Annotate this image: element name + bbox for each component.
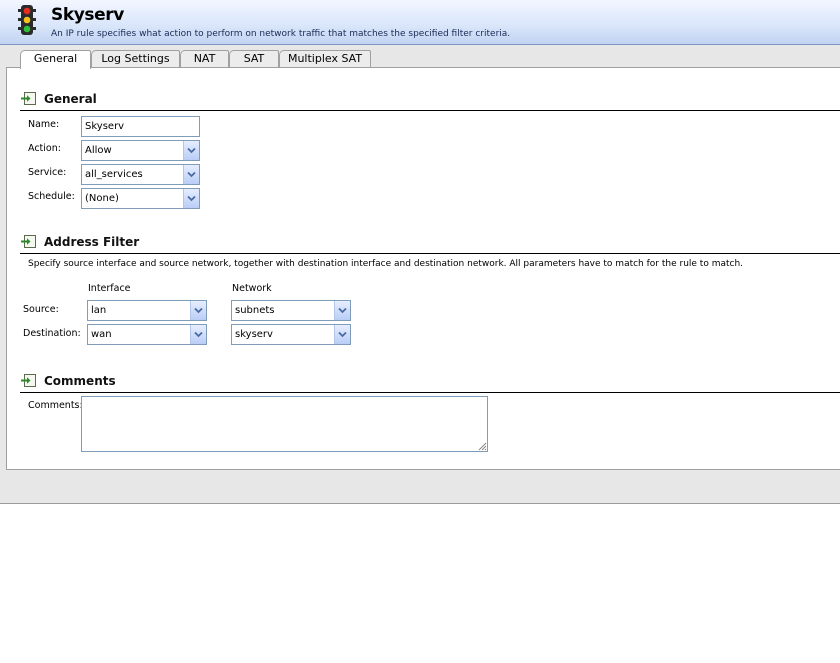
chevron-down-icon[interactable] [190, 325, 206, 344]
service-label: Service: [28, 167, 67, 178]
source-network-select[interactable]: subnets [231, 300, 351, 321]
name-label: Name: [28, 119, 60, 130]
arrow-into-box-icon [21, 92, 36, 105]
tab-multiplex-sat[interactable]: Multiplex SAT [279, 50, 371, 68]
general-tab-panel: General Name: Action: Allow Service: all… [6, 67, 840, 470]
chevron-down-icon[interactable] [183, 165, 199, 184]
address-filter-section-header: Address Filter [20, 231, 840, 254]
action-label: Action: [28, 143, 61, 154]
chevron-down-icon[interactable] [183, 189, 199, 208]
source-network-value: subnets [235, 305, 275, 316]
comments-field[interactable] [81, 396, 488, 452]
traffic-light-icon [18, 5, 36, 35]
source-interface-select[interactable]: lan [87, 300, 207, 321]
schedule-select-value: (None) [85, 193, 119, 204]
general-section-header: General [20, 88, 840, 111]
tab-bar: General Log Settings NAT SAT Multiplex S… [0, 45, 840, 69]
arrow-into-box-icon [21, 374, 36, 387]
general-section-title: General [44, 92, 97, 106]
destination-label: Destination: [23, 328, 81, 339]
chevron-down-icon[interactable] [334, 325, 350, 344]
action-select-value: Allow [85, 145, 112, 156]
page-subtitle: An IP rule specifies what action to perf… [51, 29, 511, 39]
header-bar: Skyserv An IP rule specifies what action… [0, 0, 840, 45]
address-filter-description: Specify source interface and source netw… [28, 259, 744, 269]
tab-nat[interactable]: NAT [180, 50, 229, 68]
source-interface-value: lan [91, 305, 107, 316]
service-select-value: all_services [85, 169, 143, 180]
arrow-into-box-icon [21, 235, 36, 248]
destination-network-value: skyserv [235, 329, 273, 340]
schedule-select[interactable]: (None) [81, 188, 200, 209]
network-column-header: Network [232, 283, 272, 294]
page-title: Skyserv [51, 5, 124, 25]
destination-interface-value: wan [91, 329, 112, 340]
source-label: Source: [23, 304, 59, 315]
name-field[interactable] [81, 116, 200, 137]
interface-column-header: Interface [88, 283, 131, 294]
chevron-down-icon[interactable] [334, 301, 350, 320]
service-select[interactable]: all_services [81, 164, 200, 185]
tab-log-settings[interactable]: Log Settings [91, 50, 180, 68]
tab-general[interactable]: General [20, 50, 91, 69]
comments-section-title: Comments [44, 374, 116, 388]
tab-sat[interactable]: SAT [229, 50, 279, 68]
destination-interface-select[interactable]: wan [87, 324, 207, 345]
chevron-down-icon[interactable] [183, 141, 199, 160]
address-filter-section-title: Address Filter [44, 235, 140, 249]
chevron-down-icon[interactable] [190, 301, 206, 320]
ip-rule-window: Skyserv An IP rule specifies what action… [0, 0, 840, 504]
destination-network-select[interactable]: skyserv [231, 324, 351, 345]
schedule-label: Schedule: [28, 191, 75, 202]
comments-section-header: Comments [20, 370, 840, 393]
action-select[interactable]: Allow [81, 140, 200, 161]
comments-label: Comments: [28, 400, 83, 411]
resize-grip-icon[interactable] [478, 442, 487, 451]
